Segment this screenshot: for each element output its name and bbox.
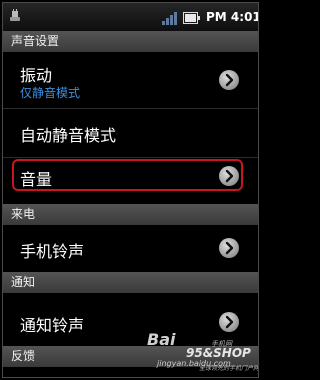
chevron-right-icon <box>219 238 239 258</box>
signal-icon <box>162 12 177 25</box>
usb-icon <box>10 9 20 21</box>
clock: PM 4:01 <box>206 10 259 24</box>
battery-icon <box>183 12 200 24</box>
auto-silent-item[interactable]: 自动静音模式 <box>3 109 258 157</box>
chevron-right-icon <box>219 312 239 332</box>
volume-highlight-frame <box>12 159 243 191</box>
site-watermark-tagline: 全球领先的手机门户网络 <box>199 365 259 372</box>
site-watermark-logo: 95&SHOP <box>186 346 251 360</box>
status-bar: PM 4:01 <box>3 3 258 31</box>
phone-screen: PM 4:01 声音设置 振动 仅静音模式 自动静音模式 音量 来电 手机铃声 … <box>2 2 259 378</box>
vibrate-label: 振动 <box>20 66 53 85</box>
vibrate-item[interactable]: 振动 仅静音模式 <box>3 52 258 108</box>
notification-tone-label: 通知铃声 <box>20 316 85 335</box>
ringtone-label: 手机铃声 <box>20 242 85 261</box>
chevron-right-icon <box>219 70 239 90</box>
baidu-watermark-logo: Bai <box>147 330 176 349</box>
notification-tone-item[interactable]: 通知铃声 <box>3 293 258 339</box>
ringtone-item[interactable]: 手机铃声 <box>3 225 258 271</box>
auto-silent-label: 自动静音模式 <box>20 126 117 145</box>
section-header-sound-settings: 声音设置 <box>3 31 258 52</box>
section-header-incoming-call: 来电 <box>3 204 258 225</box>
vibrate-value: 仅静音模式 <box>20 86 81 100</box>
section-header-notification: 通知 <box>3 272 258 293</box>
